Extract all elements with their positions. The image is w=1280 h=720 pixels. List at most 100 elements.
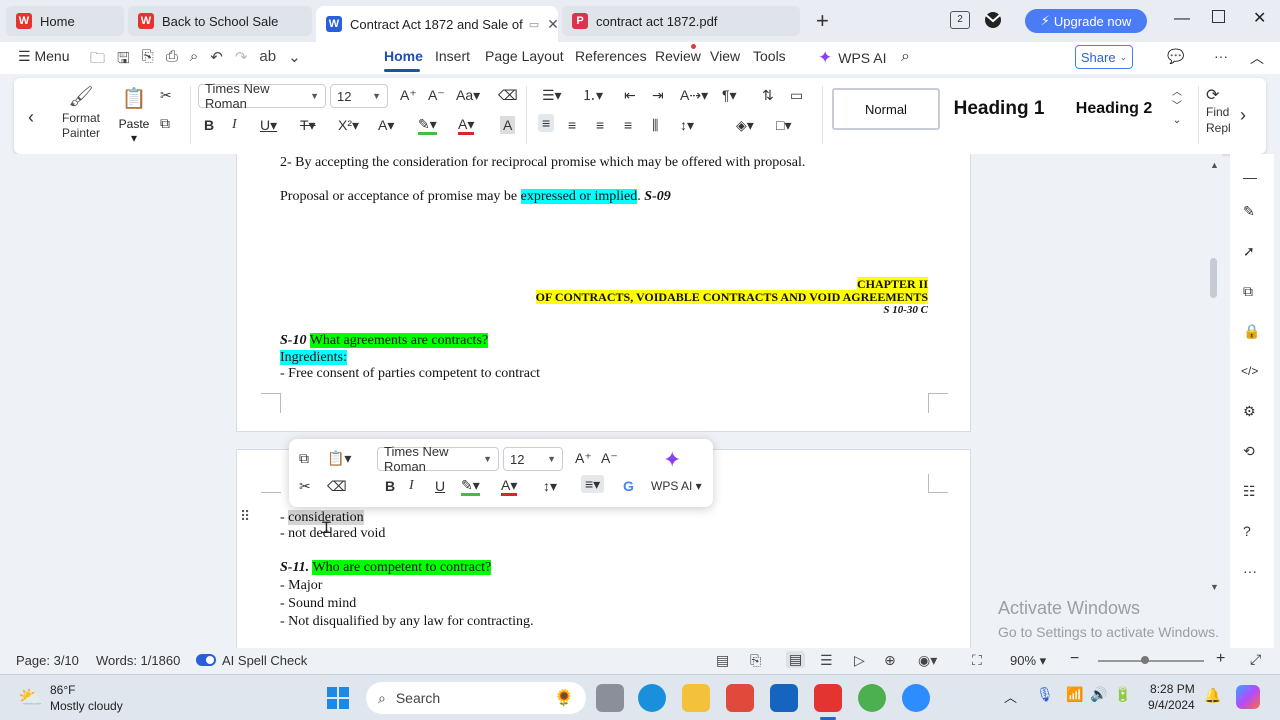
styles-scroll-icon[interactable]: ︿ ﹀ ⌄ [1172, 86, 1182, 128]
pen-icon[interactable]: ✎ [1243, 202, 1255, 220]
document-area[interactable]: 2- By accepting the consideration for re… [0, 154, 1222, 648]
bold-icon[interactable]: B [204, 116, 214, 134]
windows-start-icon[interactable] [326, 686, 350, 710]
clock[interactable]: 8:28 PM 9/4/2024 [1148, 681, 1195, 713]
vertical-scrollbar-thumb[interactable] [1210, 258, 1217, 298]
zoom-slider-thumb[interactable] [1141, 656, 1149, 664]
find-replace-button[interactable]: ⟳ Find Repl [1206, 88, 1236, 136]
line-spacing-icon[interactable]: ↕▾ [680, 116, 694, 134]
more-icon[interactable]: ··· [1243, 562, 1257, 580]
align-left-icon[interactable]: ≡ [538, 114, 555, 132]
clear-icon[interactable]: ⌫ [327, 477, 347, 495]
minimize-icon[interactable]: — [1174, 10, 1190, 28]
scroll-right-icon[interactable]: › [1240, 106, 1246, 124]
microphone-icon[interactable]: 🎙 [1036, 686, 1054, 703]
italic-icon[interactable]: I [232, 116, 237, 134]
google-icon[interactable]: G [623, 477, 634, 495]
underline-icon[interactable]: U [435, 477, 445, 495]
grow-font-icon[interactable]: A⁺ [575, 449, 592, 467]
menu-view[interactable]: View [710, 48, 740, 64]
page-indicator[interactable]: Page: 3/10 [16, 653, 79, 668]
text-effect-icon[interactable]: A▾ [378, 116, 394, 134]
justify-icon[interactable]: ≡ [624, 116, 632, 134]
web-view-icon[interactable]: ⊕ [884, 652, 896, 669]
increase-indent-icon[interactable]: ⇥ [652, 86, 664, 104]
lock-icon[interactable]: 🔒 [1243, 322, 1260, 340]
bullets-icon[interactable]: ☰▾ [542, 86, 562, 104]
drag-handle-icon[interactable]: ⠿ [240, 508, 250, 525]
settings-sliders-icon[interactable]: ⚙ [1243, 402, 1256, 420]
print-preview-icon[interactable]: ⌕ [190, 48, 198, 73]
border-select-icon[interactable]: □▾ [776, 116, 791, 134]
grow-font-icon[interactable]: A⁺ [400, 86, 417, 104]
volume-icon[interactable]: 🔊 [1090, 686, 1107, 703]
fullscreen-icon[interactable]: ⤢ [1250, 651, 1261, 668]
text-direction-icon[interactable]: A⇢▾ [680, 86, 708, 104]
zoom-in-icon[interactable]: + [1216, 650, 1225, 668]
menu-insert[interactable]: Insert [435, 48, 470, 64]
comment-icon[interactable]: 💬 [1167, 48, 1184, 65]
help-icon[interactable]: ? [1243, 522, 1251, 540]
sort-icon[interactable]: ⇅ [762, 86, 774, 104]
battery-icon[interactable]: 🔋 [1114, 686, 1131, 703]
menu-home[interactable]: Home [384, 48, 423, 64]
more-options-icon[interactable]: ··· [1214, 48, 1228, 64]
spell-icon[interactable]: ab [259, 48, 276, 73]
numbering-icon[interactable]: ⒈▾ [582, 86, 603, 104]
italic-icon[interactable]: I [409, 477, 414, 495]
style-heading-2[interactable]: Heading 2 [1064, 88, 1164, 130]
store-icon[interactable] [726, 684, 754, 712]
outline-icon[interactable]: ☷ [1243, 482, 1256, 500]
copy-icon[interactable]: ⧉ [160, 114, 170, 132]
align-right-icon[interactable]: ≡ [596, 116, 604, 134]
mini-font-select[interactable]: Times New Roman ▼ [377, 444, 499, 474]
font-color-icon[interactable]: A▾ [501, 477, 518, 496]
cut-icon[interactable]: ✂ [299, 477, 311, 495]
shrink-font-icon[interactable]: A⁻ [601, 449, 618, 467]
fit-page-icon[interactable]: ⛶ [972, 652, 982, 669]
wps-ai-star-icon[interactable]: ✦ [663, 447, 681, 473]
underline-icon[interactable]: U▾ [260, 116, 277, 134]
tray-expand-icon[interactable]: ︿ [1004, 687, 1017, 706]
shrink-font-icon[interactable]: A⁻ [428, 86, 445, 104]
export-icon[interactable]: ⎘ [142, 48, 154, 73]
superscript-icon[interactable]: X²▾ [338, 116, 359, 134]
taskbar-search[interactable]: ⌕ Search 🌻 [366, 682, 586, 714]
close-window-icon[interactable]: ✕ [1253, 8, 1266, 28]
distribute-icon[interactable]: ⫼ [652, 116, 658, 134]
notification-bell-icon[interactable]: 🔔 [1204, 687, 1221, 704]
clear-format-icon[interactable]: ⌫ [498, 86, 518, 104]
collapse-ribbon-icon[interactable]: ︿ [1250, 48, 1264, 68]
copilot-icon[interactable] [1236, 685, 1260, 709]
menu-tools[interactable]: Tools [753, 48, 786, 64]
restore-icon[interactable] [1212, 10, 1225, 23]
menu-page-layout[interactable]: Page Layout [485, 48, 564, 64]
menu-wps-ai[interactable]: ✦ WPS AI [818, 48, 886, 68]
code-icon[interactable]: </> [1241, 362, 1258, 380]
bold-icon[interactable]: B [385, 477, 395, 495]
redo-icon[interactable]: ↷ [235, 48, 248, 73]
play-icon[interactable]: ▷ [854, 652, 865, 669]
format-painter-button[interactable]: 🖌 Format Painter [54, 84, 108, 141]
wps-ai-button[interactable]: WPS AI ▾ [651, 479, 702, 493]
spell-check-toggle[interactable] [196, 654, 216, 666]
chrome-icon[interactable] [858, 684, 886, 712]
style-normal[interactable]: Normal [832, 88, 940, 130]
export-pdf-icon[interactable]: ⎘ [750, 652, 761, 669]
outline-view-icon[interactable]: ☰ [820, 652, 833, 669]
history-icon[interactable]: ⟲ [1243, 442, 1255, 460]
scroll-down-icon[interactable]: ▼ [1210, 582, 1219, 592]
upgrade-button[interactable]: ⚡ Upgrade now [1025, 9, 1147, 33]
change-case-icon[interactable]: Aa▾ [456, 86, 480, 104]
font-family-select[interactable]: Times New Roman ▼ [198, 81, 326, 111]
search-icon[interactable]: ⌕ [901, 48, 910, 66]
workspace-icon[interactable]: 2 [950, 11, 970, 29]
decrease-indent-icon[interactable]: ⇤ [624, 86, 636, 104]
line-spacing-icon[interactable]: ↕▾ [543, 477, 557, 495]
highlight-icon[interactable]: ✎▾ [461, 477, 480, 496]
weather-widget[interactable]: 86°F Mostly cloudy [50, 682, 123, 714]
shading-icon[interactable]: ◈▾ [736, 116, 754, 134]
menu-references[interactable]: References [575, 48, 647, 64]
tab-contract-pdf[interactable]: P contract act 1872.pdf [562, 6, 800, 36]
paragraph-mark-icon[interactable]: ¶▾ [722, 86, 737, 104]
